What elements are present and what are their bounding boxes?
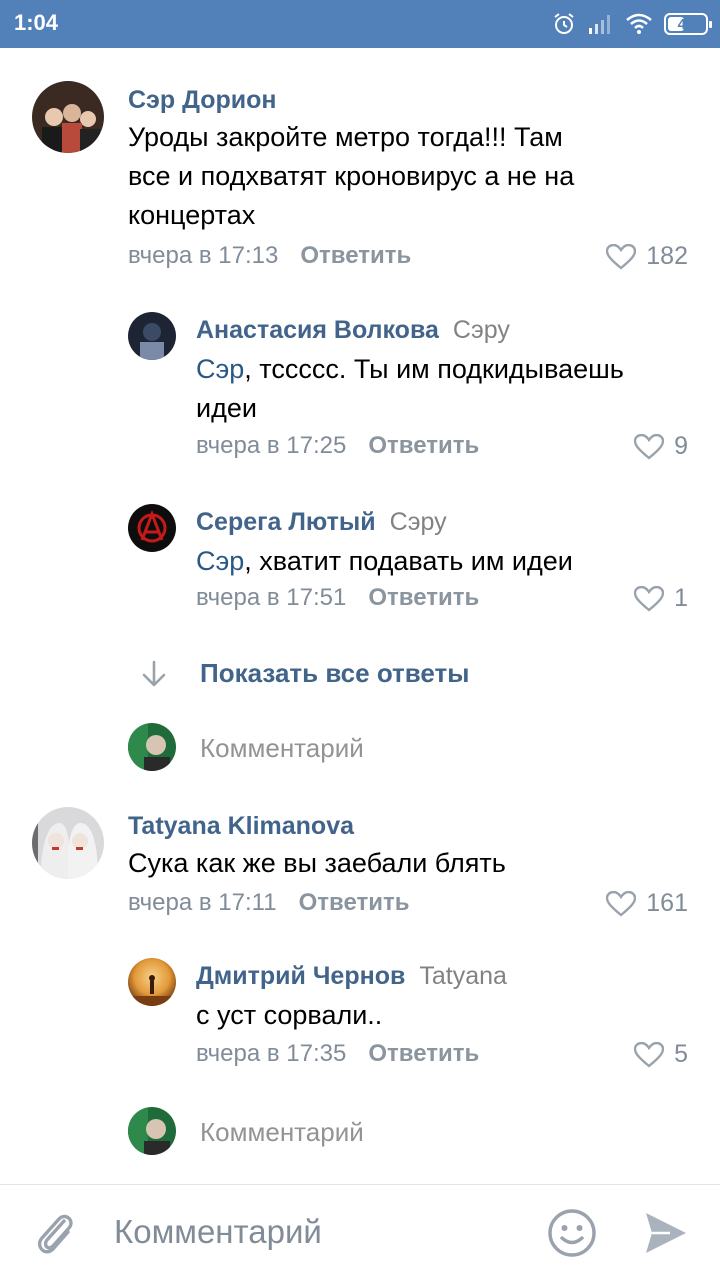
reply-item: Анастасия Волкова Сэру Сэр, тсссcс. Ты им… [0,300,720,470]
mention-link[interactable]: Сэр [196,354,244,384]
comment-item: Tatyana Klimanova Сука как же вы заебали… [0,796,720,936]
reply-time: вчера в 17:51 [196,584,347,611]
signal-icon [588,13,614,35]
reply-item: Серега Лютый Сэру Сэр, хватит подавать им… [0,492,720,622]
reply-button[interactable]: Ответить [368,584,479,611]
avatar[interactable] [128,958,176,1006]
status-icons: 41 [552,10,712,38]
like-button[interactable]: 182 [606,242,688,271]
reply-to-label: Сэру [389,508,447,536]
like-count: 5 [674,1040,688,1068]
heart-icon [634,585,665,612]
reply-meta: вчера в 17:35 Ответить [196,1040,479,1068]
battery-level: 41 [677,15,695,33]
my-avatar [128,1107,176,1155]
like-count: 182 [646,242,688,270]
comment-text: Сука как же вы заебали блять [128,848,506,878]
heart-icon [606,243,637,270]
heart-icon [634,433,665,460]
like-count: 1 [674,584,688,612]
alarm-icon [552,12,576,36]
comment-input-bar: Комментарий [0,1184,720,1280]
reply-meta: вчера в 17:51 Ответить [196,584,479,612]
heart-icon [634,1041,665,1068]
inline-comment-placeholder[interactable]: Комментарий [200,733,364,764]
reply-author[interactable]: Серега Лютый Сэру [196,508,447,537]
reply-time: вчера в 17:25 [196,432,347,459]
reply-button[interactable]: Ответить [300,242,411,269]
reply-item: Дмитрий Чернов Tatyana с уст сорвали.. вч… [0,946,720,1076]
inline-comment-field[interactable]: Комментарий [128,723,688,771]
my-avatar [128,723,176,771]
reply-text: Сэр, тсссcс. Ты им подкидываешь идеи [196,354,624,423]
like-button[interactable]: 1 [634,584,688,613]
inline-comment-placeholder[interactable]: Комментарий [200,1117,364,1148]
attach-icon[interactable] [34,1207,78,1264]
comment-text: Уроды закройте метро тогда!!! Там все и … [128,122,575,230]
inline-comment-field[interactable]: Комментарий [128,1107,688,1155]
like-count: 161 [646,889,688,917]
reply-author[interactable]: Анастасия Волкова Сэру [196,316,510,345]
reply-to-label: Сэру [452,316,510,344]
comment-meta: вчера в 17:11 Ответить [128,889,410,917]
like-button[interactable]: 9 [634,432,688,461]
show-all-replies-label[interactable]: Показать все ответы [200,658,469,689]
show-all-replies-button[interactable]: Показать все ответы [140,658,469,689]
comment-time: вчера в 17:13 [128,242,279,269]
reply-button[interactable]: Ответить [368,432,479,459]
reply-text: Сэр, хватит подавать им идеи [196,546,573,576]
reply-button[interactable]: Ответить [368,1040,479,1067]
heart-icon [606,890,637,917]
avatar[interactable] [32,81,104,153]
comment-author[interactable]: Tatyana Klimanova [128,812,354,841]
comment-author[interactable]: Сэр Дорион [128,86,276,115]
avatar[interactable] [128,312,176,360]
reply-meta: вчера в 17:25 Ответить [196,432,479,460]
comment-meta: вчера в 17:13 Ответить [128,242,411,270]
emoji-icon[interactable] [546,1207,598,1264]
like-button[interactable]: 5 [634,1040,688,1069]
avatar[interactable] [128,504,176,552]
battery-icon: 41 [664,13,712,35]
avatar[interactable] [32,807,104,879]
arrow-down-icon [140,660,168,688]
comment-input[interactable]: Комментарий [114,1213,322,1251]
reply-time: вчера в 17:35 [196,1040,347,1067]
comment-item: Сэр Дорион Уроды закройте метро тогда!!!… [0,70,720,280]
mention-link[interactable]: Сэр [196,546,244,576]
like-count: 9 [674,432,688,460]
status-time: 1:04 [14,10,59,35]
reply-text: с уст сорвали.. [196,1000,383,1030]
reply-button[interactable]: Ответить [299,889,410,916]
wifi-icon [626,13,652,35]
status-bar: 1:04 41 [0,0,720,48]
reply-to-label: Tatyana [419,962,507,990]
like-button[interactable]: 161 [606,889,688,918]
reply-author[interactable]: Дмитрий Чернов Tatyana [196,962,507,991]
send-icon[interactable] [642,1209,690,1262]
comment-time: вчера в 17:11 [128,889,277,916]
